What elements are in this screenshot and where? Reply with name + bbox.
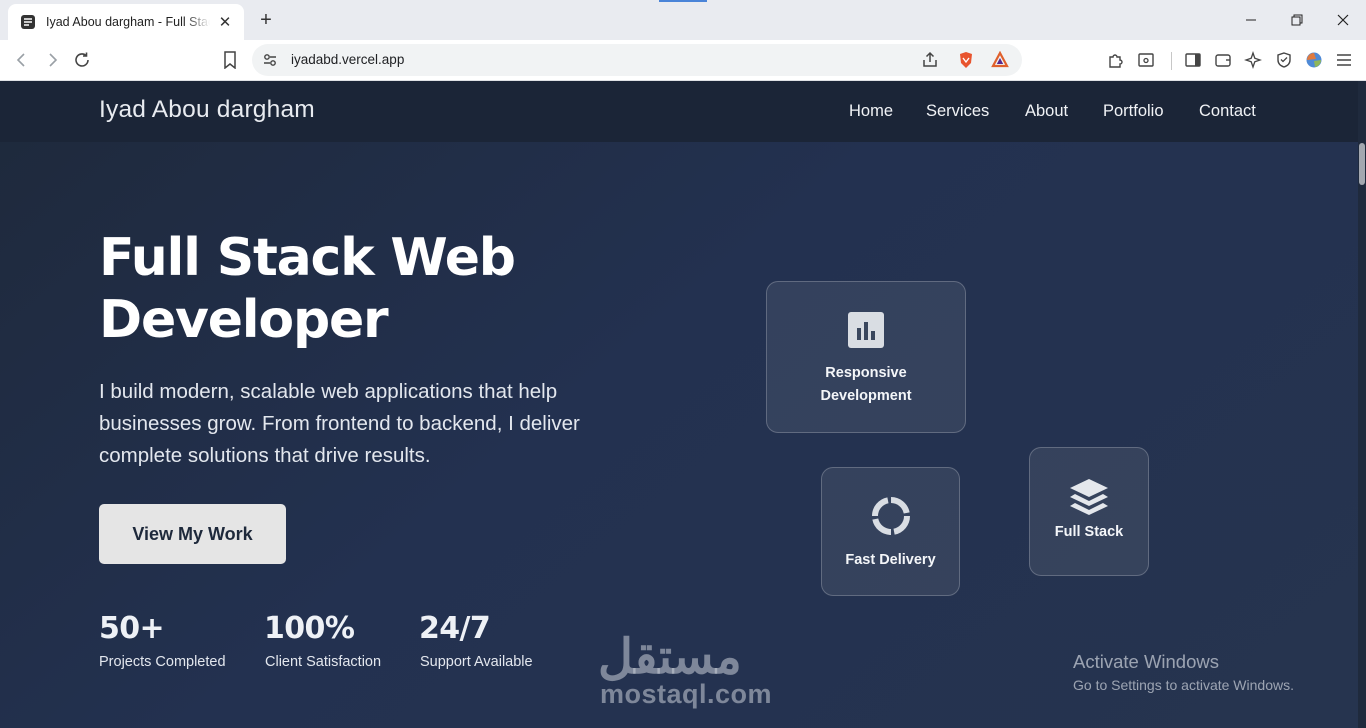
nav-link-about[interactable]: About <box>1025 102 1068 121</box>
layers-icon <box>1069 476 1109 516</box>
sidebar-toggle-icon[interactable] <box>1183 50 1203 70</box>
share-icon[interactable] <box>920 50 940 70</box>
reader-mode-icon[interactable] <box>1136 50 1156 70</box>
vpn-icon[interactable] <box>1274 50 1294 70</box>
bookmark-icon[interactable] <box>220 50 240 70</box>
profile-avatar-icon[interactable] <box>1304 50 1324 70</box>
brave-rewards-icon[interactable] <box>990 50 1010 70</box>
restore-window-button[interactable] <box>1283 8 1311 32</box>
site-header: Iyad Abou dargham Home Services About Po… <box>0 81 1358 142</box>
card-responsive-development: Responsive Development <box>766 281 966 433</box>
card-label-line-2: Development <box>820 388 912 404</box>
back-icon[interactable] <box>12 50 32 70</box>
website-viewport: Iyad Abou dargham Home Services About Po… <box>0 81 1366 728</box>
nav-link-portfolio[interactable]: Portfolio <box>1103 102 1164 121</box>
chart-bar-icon <box>848 312 884 348</box>
reload-icon[interactable] <box>72 50 92 70</box>
nav-link-contact[interactable]: Contact <box>1199 102 1256 121</box>
browser-tab-bar: Iyad Abou dargham - Full Stack Web Devel… <box>0 0 1366 40</box>
tab-strip-accent <box>659 0 707 2</box>
page-scrollbar-thumb[interactable] <box>1359 143 1365 185</box>
card-label-line-1: Responsive <box>825 365 907 381</box>
watermark-arabic: مستقل <box>598 631 742 684</box>
stat-support-value: 24/7 <box>419 611 491 646</box>
card-label: Responsive Development <box>820 362 911 408</box>
tab-title: Iyad Abou dargham - Full Stack Web Devel… <box>46 15 210 29</box>
menu-icon[interactable] <box>1334 50 1354 70</box>
site-favicon-icon <box>20 14 36 30</box>
active-tab[interactable]: Iyad Abou dargham - Full Stack Web Devel… <box>8 4 244 40</box>
toolbar-separator <box>1171 52 1172 70</box>
watermark-latin: mostaql.com <box>600 679 773 709</box>
card-fast-delivery: Fast Delivery <box>821 467 960 596</box>
nav-link-home[interactable]: Home <box>849 102 893 121</box>
loader-ring-icon <box>871 496 911 536</box>
stat-projects-label: Projects Completed <box>99 654 226 670</box>
brave-shields-icon[interactable] <box>956 50 976 70</box>
nav-link-services[interactable]: Services <box>926 102 989 121</box>
site-settings-icon[interactable] <box>262 52 278 68</box>
hero-title: Full Stack Web Developer <box>99 227 659 351</box>
close-window-button[interactable] <box>1329 8 1357 32</box>
hero-title-line-1: Full Stack Web <box>99 228 516 288</box>
hero-title-line-2: Developer <box>99 290 389 350</box>
minimize-window-button[interactable] <box>1237 8 1265 32</box>
stat-projects-value: 50+ <box>99 611 165 646</box>
new-tab-button[interactable]: + <box>256 9 276 31</box>
close-tab-icon[interactable]: ✕ <box>216 13 234 31</box>
forward-icon[interactable] <box>42 50 62 70</box>
activate-windows-title: Activate Windows <box>1073 651 1219 672</box>
stat-satisfaction-label: Client Satisfaction <box>265 654 382 670</box>
url-text: iyadabd.vercel.app <box>291 52 405 67</box>
stat-support-label: Support Available <box>420 654 533 670</box>
card-label: Fast Delivery <box>845 552 936 568</box>
address-bar[interactable]: iyadabd.vercel.app <box>252 44 1022 76</box>
browser-toolbar: iyadabd.vercel.app <box>0 40 1366 81</box>
brand-logo-text[interactable]: Iyad Abou dargham <box>99 96 315 124</box>
extensions-icon[interactable] <box>1106 50 1126 70</box>
hero-subtitle: I build modern, scalable web application… <box>99 380 580 467</box>
leo-ai-icon[interactable] <box>1243 50 1263 70</box>
view-my-work-button[interactable]: View My Work <box>99 504 286 564</box>
activate-windows-subtitle: Go to Settings to activate Windows. <box>1073 677 1294 693</box>
card-full-stack: Full Stack <box>1029 447 1149 576</box>
card-label: Full Stack <box>1054 524 1124 540</box>
wallet-icon[interactable] <box>1213 50 1233 70</box>
stat-satisfaction-value: 100% <box>264 611 355 646</box>
